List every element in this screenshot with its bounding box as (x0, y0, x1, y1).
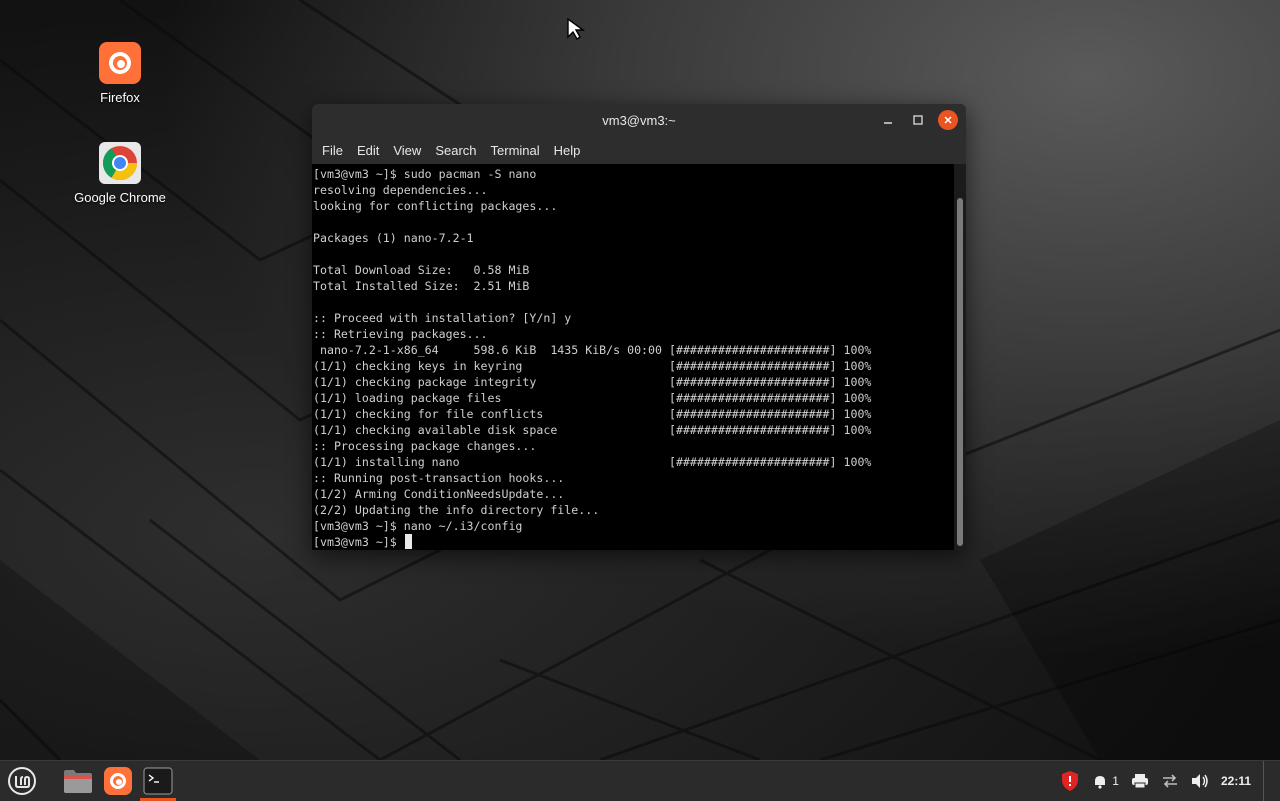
close-icon (944, 116, 952, 124)
terminal-line: :: Processing package changes... (313, 439, 537, 453)
terminal-line: [vm3@vm3 ~]$ sudo pacman -S nano (313, 167, 537, 181)
taskbar: 1 22:11 (0, 760, 1280, 801)
maximize-button[interactable] (908, 110, 928, 130)
terminal-line: (1/1) loading package files [###########… (313, 391, 872, 405)
maximize-icon (913, 115, 923, 125)
menu-help[interactable]: Help (548, 139, 587, 162)
terminal-line: Total Download Size: 0.58 MiB (313, 263, 530, 277)
terminal-line: Packages (1) nano-7.2-1 (313, 231, 474, 245)
files-button[interactable] (60, 763, 96, 799)
firefox-icon (104, 767, 132, 795)
terminal-line: (2/2) Updating the info directory file..… (313, 503, 600, 517)
files-icon (64, 770, 92, 793)
printer-button[interactable] (1131, 773, 1149, 789)
volume-button[interactable] (1191, 773, 1209, 789)
update-shield-button[interactable] (1060, 770, 1080, 792)
notifications-button[interactable]: 1 (1092, 773, 1119, 789)
desktop-icon-chrome[interactable]: Google Chrome (60, 142, 180, 205)
menu-view[interactable]: View (387, 139, 427, 162)
window-title: vm3@vm3:~ (602, 112, 676, 128)
terminal-line: :: Retrieving packages... (313, 327, 488, 341)
network-icon (1162, 774, 1177, 788)
terminal-line: (1/1) checking package integrity [######… (313, 375, 872, 389)
terminal-cursor (404, 534, 412, 549)
terminal-icon (143, 767, 173, 795)
window-controls (878, 110, 958, 130)
minimize-icon (884, 122, 892, 124)
terminal-line: (1/1) checking available disk space [###… (313, 423, 872, 437)
terminal-scrollbar[interactable] (954, 164, 966, 550)
menu-button[interactable] (4, 763, 40, 799)
volume-icon (1191, 774, 1208, 788)
desktop-icon-label: Google Chrome (74, 190, 166, 205)
firefox-taskbar-button[interactable] (100, 763, 136, 799)
desktop-icon-label: Firefox (100, 90, 140, 105)
mouse-cursor-icon (566, 17, 586, 45)
terminal-window[interactable]: vm3@vm3:~ File Edit View Search Terminal… (312, 104, 966, 550)
terminal-line: (1/1) checking keys in keyring [########… (313, 359, 872, 373)
menu-bar: File Edit View Search Terminal Help (312, 136, 966, 164)
terminal-line: (1/2) Arming ConditionNeedsUpdate... (313, 487, 565, 501)
clock[interactable]: 22:11 (1221, 774, 1251, 788)
system-tray: 1 22:11 (1060, 761, 1280, 801)
menu-search[interactable]: Search (429, 139, 482, 162)
show-desktop-button[interactable] (1263, 761, 1270, 801)
menu-file[interactable]: File (316, 139, 349, 162)
close-button[interactable] (938, 110, 958, 130)
notification-count: 1 (1112, 774, 1119, 788)
scrollbar-thumb[interactable] (957, 198, 963, 546)
terminal-line: looking for conflicting packages... (313, 199, 558, 213)
terminal-text: [vm3@vm3 ~]$ sudo pacman -S nano resolvi… (312, 164, 954, 550)
terminal-line: nano-7.2-1-x86_64 598.6 KiB 1435 KiB/s 0… (319, 343, 872, 357)
menu-edit[interactable]: Edit (351, 139, 385, 162)
terminal-line: [vm3@vm3 ~]$ nano ~/.i3/config (313, 519, 523, 533)
terminal-line: resolving dependencies... (313, 183, 488, 197)
desktop-icon-firefox[interactable]: Firefox (60, 42, 180, 105)
menu-icon (8, 767, 36, 795)
chrome-icon (99, 142, 141, 184)
minimize-button[interactable] (878, 110, 898, 130)
terminal-taskbar-button[interactable] (140, 763, 176, 799)
terminal-line: (1/1) installing nano [#################… (313, 455, 872, 469)
terminal-line: :: Running post-transaction hooks... (313, 471, 565, 485)
network-button[interactable] (1161, 773, 1179, 789)
terminal-line: :: Proceed with installation? [Y/n] y (313, 311, 572, 325)
terminal-line: (1/1) checking for file conflicts [#####… (313, 407, 872, 421)
terminal-output[interactable]: [vm3@vm3 ~]$ sudo pacman -S nano resolvi… (312, 164, 954, 550)
firefox-icon (99, 42, 141, 84)
terminal-prompt: [vm3@vm3 ~]$ (313, 535, 404, 549)
shield-icon (1062, 771, 1079, 791)
window-titlebar[interactable]: vm3@vm3:~ (312, 104, 966, 136)
terminal-line: Total Installed Size: 2.51 MiB (313, 279, 530, 293)
bell-icon (1095, 776, 1106, 789)
printer-icon (1131, 774, 1148, 789)
menu-terminal[interactable]: Terminal (485, 139, 546, 162)
